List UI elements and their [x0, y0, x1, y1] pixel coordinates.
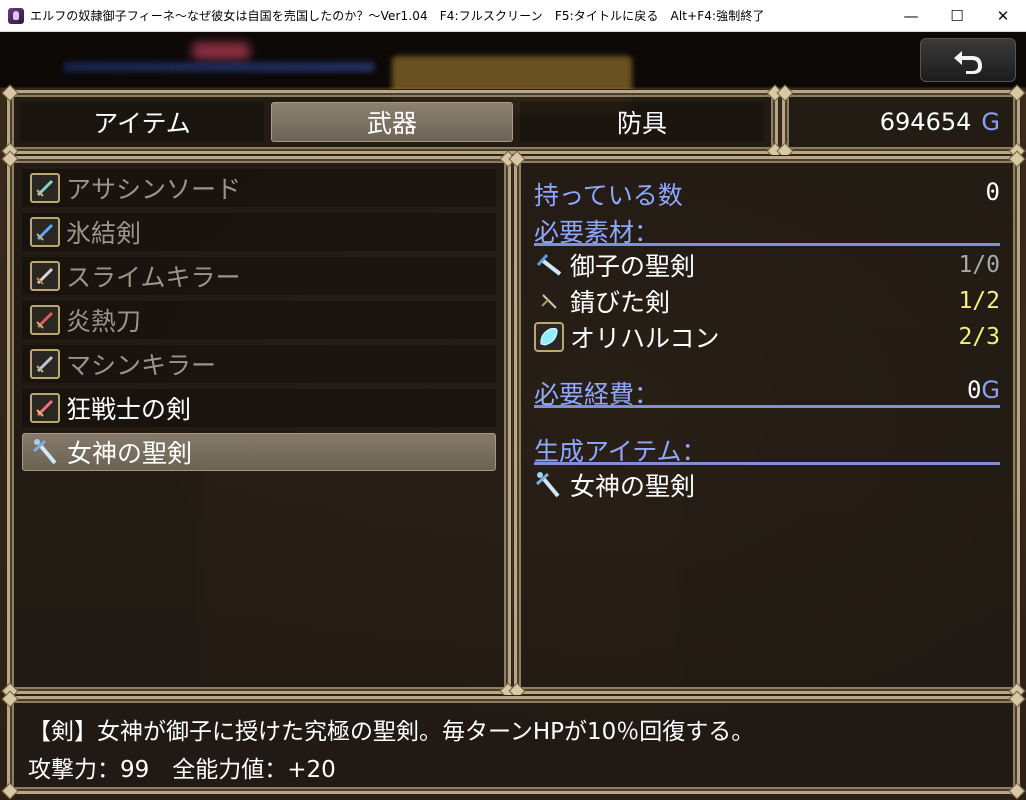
material-count: 1/0	[958, 252, 1000, 278]
rusty-sword-icon	[534, 286, 564, 316]
owned-count-value: 0	[985, 178, 1000, 206]
slime-killer-sword-icon	[30, 261, 60, 291]
app-icon	[8, 7, 24, 24]
list-item[interactable]: アサシンソード	[22, 169, 496, 207]
material-count: 2/3	[958, 324, 1000, 350]
cost-display: 0G	[900, 376, 1000, 404]
teal-sword-icon	[30, 173, 60, 203]
divider	[534, 405, 1000, 408]
gold-unit: G	[981, 108, 1000, 136]
list-item[interactable]: 氷結剣	[22, 213, 496, 251]
window-title-bar: エルフの奴隷御子フィーネ～なぜ彼女は自国を売国したのか？～Ver1.04 F4:…	[0, 0, 1026, 32]
item-name: マシンキラー	[66, 351, 217, 380]
divider	[534, 243, 1000, 246]
item-stats: 攻撃力：99 全能力値：+20	[28, 757, 336, 783]
item-name: 炎熱刀	[66, 307, 142, 336]
return-arrow-icon	[954, 51, 982, 74]
material-name: オリハルコン	[570, 324, 720, 353]
ice-sword-icon	[30, 217, 60, 247]
back-button[interactable]	[920, 38, 1016, 82]
orichalcum-crystal-icon	[534, 322, 564, 352]
list-item[interactable]: 女神の聖剣	[22, 433, 496, 471]
cost-value: 0	[966, 376, 982, 404]
result-item-name: 女神の聖剣	[570, 472, 696, 501]
window-title: エルフの奴隷御子フィーネ～なぜ彼女は自国を売国したのか？～Ver1.04 F4:…	[30, 9, 765, 23]
material-name: 御子の聖剣	[570, 252, 696, 281]
item-name: アサシンソード	[66, 175, 242, 204]
result-item-row: 女神の聖剣	[534, 468, 1002, 502]
divider	[534, 462, 1000, 465]
material-row: オリハルコン 2/3	[534, 320, 1002, 354]
goddess-holy-sword-icon	[534, 470, 564, 500]
game-screen: アイテム 武器 防具 694654 G アサシンソード 氷結剣 スライムキラー …	[0, 32, 1026, 800]
material-name: 錆びた剣	[570, 288, 671, 317]
material-count: 1/2	[958, 288, 1000, 314]
material-row: 御子の聖剣 1/0	[534, 248, 1002, 282]
item-name: 氷結剣	[66, 219, 142, 248]
item-description: 【剣】女神が御子に授けた究極の聖剣。毎ターンHPが10％回復する。	[28, 719, 755, 745]
list-item[interactable]: 狂戦士の剣	[22, 389, 496, 427]
item-name: 狂戦士の剣	[66, 395, 192, 424]
tab-items[interactable]: アイテム	[20, 102, 264, 142]
item-name: 女神の聖剣	[67, 439, 193, 468]
flame-blade-icon	[30, 305, 60, 335]
background-blur	[192, 42, 250, 60]
maximize-button[interactable]: ☐	[934, 0, 980, 31]
minimize-button[interactable]: —	[888, 0, 934, 31]
cost-unit: G	[981, 376, 1000, 404]
background-blur	[64, 62, 374, 72]
tab-weapons[interactable]: 武器	[271, 102, 513, 142]
list-item[interactable]: スライムキラー	[22, 257, 496, 295]
gold-display: 694654 G	[800, 102, 1000, 142]
goddess-holy-sword-icon	[31, 437, 61, 467]
list-item[interactable]: マシンキラー	[22, 345, 496, 383]
owned-count-label: 持っている数	[534, 181, 683, 210]
machine-killer-sword-icon	[30, 349, 60, 379]
holy-sword-icon	[534, 250, 564, 280]
berserker-sword-icon	[30, 393, 60, 423]
gold-amount: 694654	[879, 108, 972, 136]
item-name: スライムキラー	[66, 263, 241, 292]
close-button[interactable]: ✕	[980, 0, 1026, 31]
tab-armor[interactable]: 防具	[520, 102, 764, 142]
material-row: 錆びた剣 1/2	[534, 284, 1002, 318]
list-item[interactable]: 炎熱刀	[22, 301, 496, 339]
